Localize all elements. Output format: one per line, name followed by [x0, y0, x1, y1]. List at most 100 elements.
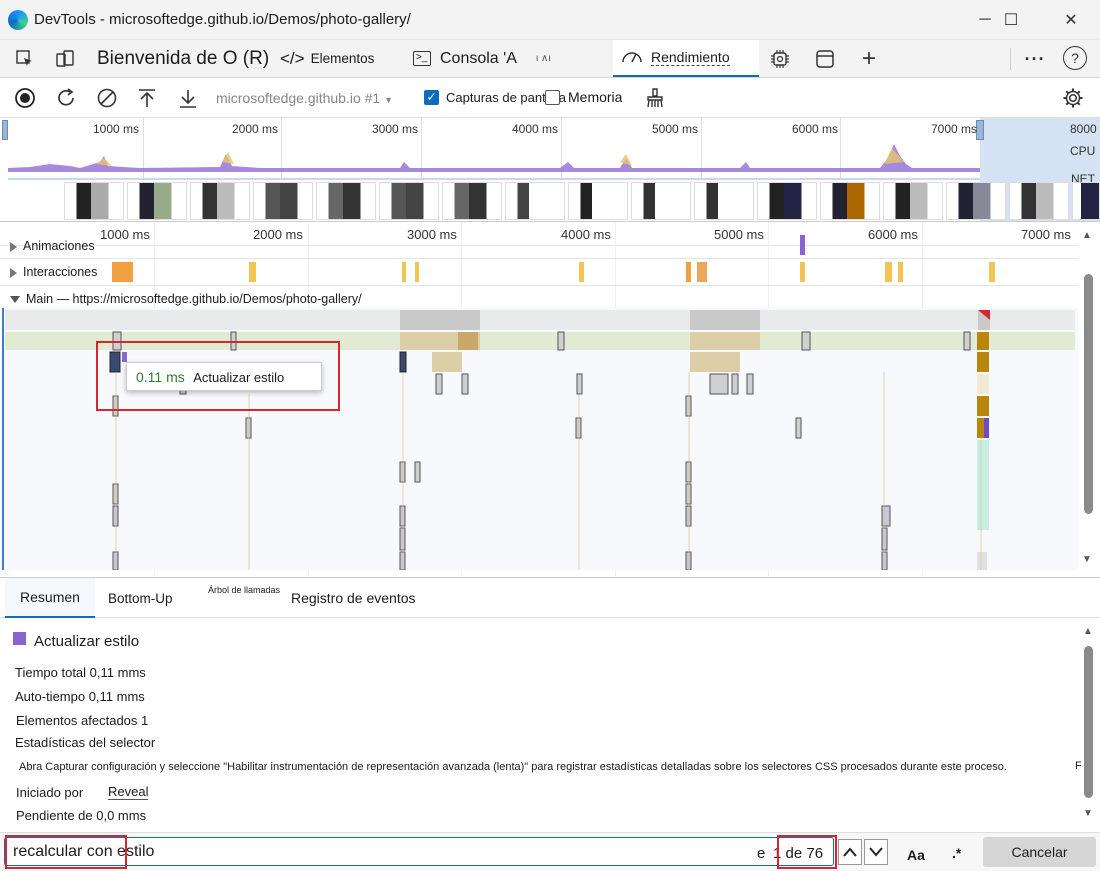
filmstrip-frame[interactable] — [316, 182, 376, 220]
interaction-event[interactable] — [402, 262, 406, 282]
timeline-overview[interactable]: 1000 ms 2000 ms 3000 ms 4000 ms 5000 ms … — [0, 118, 1100, 222]
pending-time: Pendiente de 0,0 mms — [16, 808, 147, 823]
interaction-event[interactable] — [249, 262, 256, 282]
filmstrip-frame[interactable] — [820, 182, 880, 220]
track-animations[interactable]: Animaciones — [10, 239, 95, 253]
memory-label: Memoria — [568, 89, 623, 105]
tab-bottom-up[interactable]: Bottom-Up — [108, 578, 173, 618]
inspect-element-icon[interactable] — [14, 48, 36, 70]
cancel-label: Cancelar — [1011, 844, 1068, 860]
maximize-button[interactable]: ☐ — [988, 0, 1034, 40]
target-selector-label: microsoftedge.github.io #1 — [216, 90, 381, 106]
interaction-event[interactable] — [885, 262, 892, 282]
tab-event-log[interactable]: Registro de eventos — [291, 578, 416, 618]
application-panel-icon[interactable] — [813, 47, 837, 71]
timeline-flamechart[interactable]: 1000 ms 2000 ms 3000 ms 4000 ms 5000 ms … — [0, 222, 1100, 576]
timeline-tick-label: 4000 ms — [561, 227, 611, 242]
filmstrip-frame[interactable] — [442, 182, 502, 220]
settings-gear-icon[interactable] — [1061, 86, 1085, 110]
tab-console[interactable]: >_ Consola 'A — [413, 40, 517, 77]
flamechart-scroll-down-icon[interactable]: ▼ — [1082, 554, 1092, 565]
animation-event[interactable] — [800, 235, 805, 255]
overview-right-handle[interactable] — [976, 120, 984, 140]
overview-tick-label: 3000 ms — [372, 122, 419, 136]
filmstrip-frame[interactable] — [883, 182, 943, 220]
next-match-chevron-down-icon[interactable] — [864, 839, 888, 865]
interaction-event[interactable] — [579, 262, 584, 282]
track-main[interactable]: Main — https://microsoftedge.github.io/D… — [10, 292, 362, 306]
filmstrip-frame[interactable] — [379, 182, 439, 220]
summary-scroll-down-icon[interactable]: ▼ — [1083, 808, 1093, 819]
collect-garbage-broom-icon[interactable] — [643, 86, 667, 110]
summary-panel: Actualizar estilo Tiempo total 0,11 mms … — [0, 618, 1100, 832]
filmstrip-frame[interactable] — [190, 182, 250, 220]
close-icon: ✕ — [1064, 12, 1078, 29]
filmstrip-frame[interactable] — [64, 182, 124, 220]
details-tab-bar: Resumen Bottom-Up Árbol de llamadas Regi… — [0, 577, 1100, 618]
tab-call-tree[interactable]: Árbol de llamadas — [208, 570, 280, 610]
chevron-down-icon: ▼ — [384, 95, 394, 105]
filmstrip-frame[interactable] — [631, 182, 691, 220]
interaction-event[interactable] — [989, 262, 995, 282]
interaction-event[interactable] — [686, 262, 691, 282]
filmstrip-frame[interactable] — [694, 182, 754, 220]
tab-call-tree-label: Árbol de llamadas — [208, 585, 281, 595]
interaction-event[interactable] — [800, 262, 805, 282]
filmstrip-frame[interactable] — [568, 182, 628, 220]
help-icon[interactable]: ? — [1063, 46, 1087, 70]
tab-bottom-up-label: Bottom-Up — [108, 590, 173, 606]
match-case-button[interactable]: Aa — [907, 847, 925, 863]
filmstrip-frame[interactable] — [1072, 182, 1100, 220]
performance-gauge-icon — [621, 48, 643, 67]
tab-elements[interactable]: </> Elementos — [280, 40, 374, 77]
flamechart-scroll-up-icon[interactable]: ▲ — [1082, 230, 1092, 241]
memory-checkbox[interactable] — [545, 90, 560, 105]
tab-sources-label: ι ∧ι — [536, 53, 551, 64]
title-bar: DevTools - microsoftedge.github.io/Demos… — [0, 0, 1100, 40]
filmstrip-frame[interactable] — [757, 182, 817, 220]
regex-button[interactable]: .* — [952, 845, 961, 861]
device-emulation-icon[interactable] — [54, 48, 76, 70]
filmstrip-frame[interactable] — [1009, 182, 1069, 220]
search-bar: recalcular con estilo e 1 de 76 Aa .* Ca… — [0, 832, 1100, 871]
selector-note-overflow: F — [1075, 760, 1082, 772]
tab-sources[interactable]: ι ∧ι — [536, 40, 551, 77]
reload-record-icon[interactable] — [54, 86, 78, 110]
filmstrip-frame[interactable] — [505, 182, 565, 220]
target-selector[interactable]: microsoftedge.github.io #1 ▼ — [216, 90, 393, 106]
download-profile-icon[interactable] — [176, 86, 200, 110]
tab-performance-label: Rendimiento — [651, 49, 730, 66]
filmstrip-frame[interactable] — [946, 182, 1006, 220]
interaction-event[interactable] — [697, 262, 707, 282]
track-interactions[interactable]: Interacciones — [10, 265, 97, 279]
tab-summary[interactable]: Resumen — [5, 578, 95, 618]
interaction-event[interactable] — [415, 262, 419, 282]
filmstrip-frame[interactable] — [253, 182, 313, 220]
interaction-event[interactable] — [898, 262, 903, 282]
memory-chip-icon[interactable] — [768, 47, 792, 71]
previous-match-chevron-up-icon[interactable] — [838, 839, 862, 865]
flamechart-scrollbar-thumb[interactable] — [1084, 274, 1093, 514]
search-input[interactable]: recalcular con estilo e 1 de 76 — [4, 837, 834, 866]
add-tab-plus-icon[interactable]: + — [857, 45, 881, 72]
screenshots-checkbox[interactable]: ✓ — [424, 90, 439, 105]
self-time: Auto-tiempo 0,11 mms — [15, 689, 145, 704]
more-options-icon[interactable]: ··· — [1022, 47, 1048, 71]
interaction-event[interactable] — [112, 262, 133, 282]
cancel-search-button[interactable]: Cancelar — [983, 837, 1096, 867]
selector-stats-note: Abra Capturar configuración y seleccione… — [19, 761, 1007, 773]
close-button[interactable]: ✕ — [1048, 0, 1094, 40]
tab-performance[interactable]: Rendimiento — [613, 40, 759, 77]
track-animations-label: Animaciones — [23, 239, 95, 253]
summary-scrollbar-thumb[interactable] — [1084, 646, 1093, 798]
tab-welcome[interactable]: Bienvenida de O (R) — [97, 40, 269, 77]
overview-tick-label: 2000 ms — [232, 122, 279, 136]
overview-left-handle[interactable] — [2, 120, 8, 140]
initiated-by-reveal-link[interactable]: Reveal — [108, 784, 149, 800]
summary-scroll-up-icon[interactable]: ▲ — [1083, 626, 1093, 637]
upload-profile-icon[interactable] — [135, 86, 159, 110]
screenshot-filmstrip[interactable] — [64, 182, 1100, 221]
record-icon[interactable] — [13, 86, 37, 110]
clear-icon[interactable] — [95, 86, 119, 110]
filmstrip-frame[interactable] — [127, 182, 187, 220]
